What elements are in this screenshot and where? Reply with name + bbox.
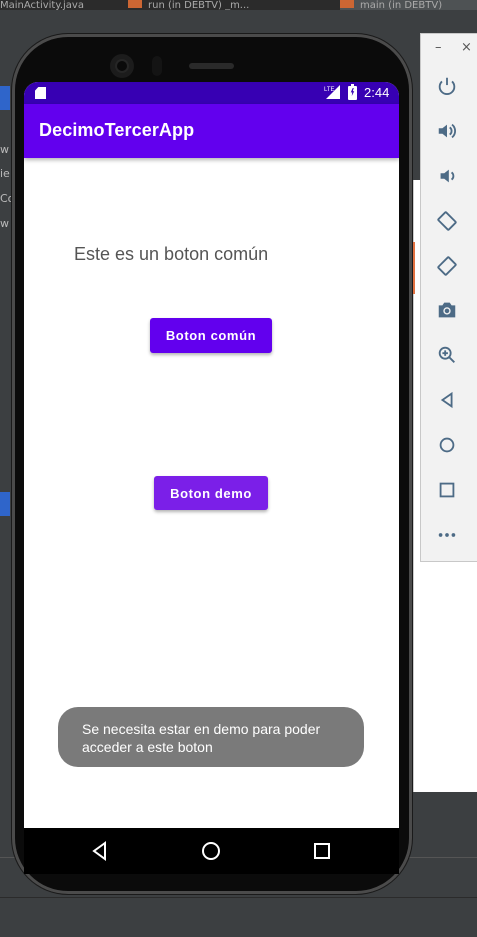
zoom-icon[interactable]: [435, 343, 459, 367]
sensor: [152, 56, 162, 76]
ide-tab-main[interactable]: main (in DEBTV): [340, 0, 477, 10]
demo-button[interactable]: Boton demo: [154, 476, 268, 510]
ide-tab-label: MainActivity.java: [0, 0, 84, 10]
emulator-toolbar: – ×: [420, 33, 477, 562]
ide-panel-bottom: [412, 792, 477, 857]
volume-down-icon[interactable]: [435, 164, 459, 188]
earpiece-speaker: [189, 63, 234, 69]
ide-status-bar: [0, 897, 477, 937]
xml-file-icon: [128, 0, 142, 8]
ide-tab-label: run (in DEBTV) _m...: [148, 0, 250, 10]
ide-text-fragment: w: [0, 217, 9, 230]
camera-icon[interactable]: [435, 298, 459, 322]
xml-file-icon: [340, 0, 354, 8]
ide-selection-marker: [0, 492, 10, 516]
back-icon[interactable]: [435, 388, 459, 412]
status-time: 2:44: [364, 85, 390, 100]
sd-card-icon: [35, 87, 46, 99]
navigation-bar: [24, 828, 399, 874]
front-camera: [110, 54, 134, 78]
nav-home-icon[interactable]: [200, 840, 222, 862]
overview-icon[interactable]: [435, 478, 459, 502]
ide-text-fragment: w: [0, 143, 9, 156]
network-type-label: LTE: [324, 87, 335, 93]
ide-tab-bar: MainActivity.java run (in DEBTV) _m... m…: [0, 0, 477, 10]
rotate-left-icon[interactable]: [435, 209, 459, 233]
ide-highlight: [412, 242, 415, 294]
common-button[interactable]: Boton común: [150, 318, 272, 353]
device-screen: LTE 2:44 DecimoTercerApp Este es un boto…: [24, 82, 399, 828]
nav-back-icon[interactable]: [89, 840, 111, 862]
common-button-label: Este es un boton común: [74, 244, 269, 264]
status-bar: LTE 2:44: [24, 82, 399, 104]
power-icon[interactable]: [435, 74, 459, 98]
lte-signal-icon: LTE: [324, 85, 340, 99]
ide-tab-run[interactable]: run (in DEBTV) _m...: [128, 0, 333, 10]
app-title: DecimoTercerApp: [39, 120, 195, 140]
minimize-button[interactable]: –: [435, 40, 442, 55]
home-icon[interactable]: [435, 433, 459, 457]
battery-icon: [348, 84, 357, 100]
close-button[interactable]: ×: [461, 40, 472, 55]
app-bar: DecimoTercerApp: [24, 104, 399, 158]
more-icon[interactable]: [435, 523, 459, 547]
rotate-right-icon[interactable]: [435, 254, 459, 278]
toast-message: Se necesita estar en demo para poder acc…: [58, 707, 364, 767]
ide-text-fragment: ie: [0, 167, 10, 180]
nav-overview-icon[interactable]: [311, 840, 333, 862]
volume-up-icon[interactable]: [435, 119, 459, 143]
ide-selection-marker: [0, 86, 10, 110]
ide-tab-label: main (in DEBTV): [360, 0, 443, 10]
ide-tab-main-activity[interactable]: MainActivity.java: [0, 0, 118, 10]
